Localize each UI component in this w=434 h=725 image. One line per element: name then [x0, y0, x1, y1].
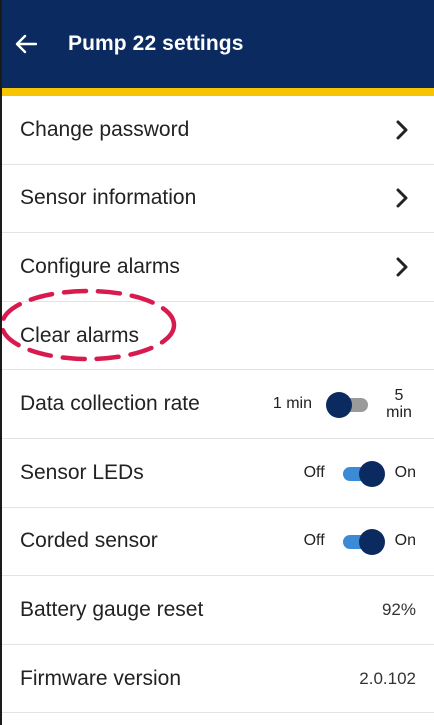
battery-level-value: 92%: [381, 599, 416, 619]
app-bar-accent-stripe: [0, 88, 434, 96]
sensor-leds-switch[interactable]: [339, 460, 385, 487]
rate-option-5min-value: 5: [394, 387, 404, 405]
settings-row-clear-alarms[interactable]: Clear alarms: [0, 302, 434, 371]
settings-row-change-password[interactable]: Change password: [0, 96, 434, 165]
rate-option-5min-unit: min: [386, 404, 412, 422]
settings-row-sensor-information[interactable]: Sensor information: [0, 165, 434, 234]
settings-row-corded-sensor: Corded sensor Off On: [0, 508, 434, 577]
configure-alarms-label: Configure alarms: [20, 254, 180, 278]
settings-row-firmware-version: Firmware version 2.0.102: [0, 645, 434, 714]
settings-list: Change password Sensor information Confi…: [0, 96, 434, 714]
switch-thumb: [358, 529, 385, 556]
settings-row-sensor-leds: Sensor LEDs Off On: [0, 439, 434, 508]
sensor-leds-on-label: On: [394, 463, 416, 481]
corded-sensor-off-label: Off: [303, 532, 325, 550]
chevron-right-icon: [388, 116, 416, 144]
sensor-leds-label: Sensor LEDs: [20, 460, 144, 484]
settings-row-configure-alarms[interactable]: Configure alarms: [0, 233, 434, 302]
sensor-leds-toggle-group: Off On: [303, 460, 416, 487]
settings-row-data-collection-rate: Data collection rate 1 min 5 min: [0, 370, 434, 439]
chevron-right-icon: [388, 253, 416, 281]
corded-sensor-toggle-group: Off On: [303, 529, 416, 556]
switch-thumb: [358, 460, 385, 487]
corded-sensor-switch[interactable]: [339, 529, 385, 556]
data-collection-rate-toggle-group: 1 min 5 min: [273, 387, 416, 421]
data-collection-rate-label: Data collection rate: [20, 392, 200, 416]
rate-option-1min: 1 min: [272, 395, 312, 413]
arrow-left-icon: [15, 34, 37, 54]
back-button[interactable]: [0, 0, 66, 88]
change-password-label: Change password: [20, 117, 190, 141]
sensor-leds-off-label: Off: [303, 463, 325, 481]
window-left-border: [0, 0, 2, 725]
corded-sensor-label: Corded sensor: [20, 529, 158, 553]
switch-thumb: [326, 392, 352, 419]
chevron-right-icon: [388, 184, 416, 212]
firmware-version-label: Firmware version: [20, 666, 182, 690]
page-title: Pump 22 settings: [68, 32, 244, 55]
battery-gauge-reset-label: Battery gauge reset: [20, 597, 204, 621]
sensor-information-label: Sensor information: [20, 186, 197, 210]
rate-option-5min: 5 min: [382, 387, 416, 421]
settings-row-battery-gauge-reset[interactable]: Battery gauge reset 92%: [0, 576, 434, 645]
data-collection-rate-switch[interactable]: [326, 392, 370, 419]
corded-sensor-on-label: On: [394, 532, 416, 550]
app-bar: Pump 22 settings: [0, 0, 434, 88]
clear-alarms-label: Clear alarms: [20, 323, 140, 347]
settings-screen: Pump 22 settings Change password Sensor …: [0, 0, 434, 725]
firmware-version-value: 2.0.102: [359, 668, 416, 688]
